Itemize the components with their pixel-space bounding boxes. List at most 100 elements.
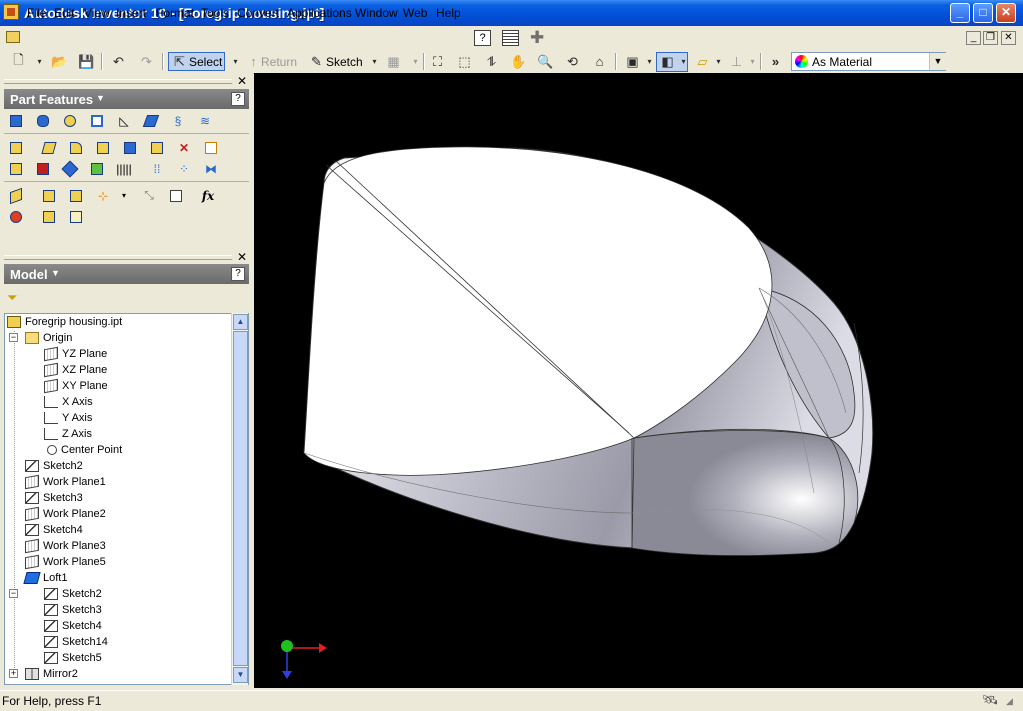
tree-node-loft1-sketch5[interactable]: Sketch5 — [44, 650, 102, 666]
doc-close-button[interactable]: ✕ — [1001, 31, 1016, 45]
minimize-button[interactable]: _ — [950, 3, 970, 23]
work-axis-icon[interactable] — [40, 187, 58, 204]
scroll-down-arrow-icon[interactable]: ▼ — [233, 667, 248, 683]
tree-node-loft1-sketch3[interactable]: Sketch3 — [44, 602, 102, 618]
fillet-icon[interactable] — [67, 139, 85, 156]
mirror-feature-icon[interactable]: ⧓ — [202, 160, 220, 177]
parameters-fx-icon[interactable]: fx — [199, 187, 217, 204]
document-icon[interactable] — [6, 31, 20, 43]
origin-collapse-toggle[interactable]: − — [9, 333, 18, 342]
menu-file[interactable]: File — [27, 6, 46, 20]
revolve-icon[interactable] — [34, 112, 52, 129]
tree-node-sketch2[interactable]: Sketch2 — [25, 458, 83, 474]
tree-node-x-axis[interactable]: X Axis — [44, 394, 93, 410]
menu-edit[interactable]: Edit — [54, 6, 75, 20]
tree-node-origin[interactable]: Origin — [25, 330, 72, 346]
part-features-close-icon[interactable]: ✕ — [237, 74, 247, 88]
tree-node-y-axis[interactable]: Y Axis — [44, 410, 92, 426]
ground-plane-icon[interactable]: ▱ — [694, 53, 711, 70]
hole-icon[interactable] — [61, 112, 79, 129]
return-button[interactable]: Return — [261, 55, 297, 69]
sketch-button[interactable]: Sketch — [326, 55, 363, 69]
add-icon[interactable]: ✚ — [530, 28, 544, 48]
model-help-icon[interactable]: ? — [231, 267, 245, 281]
inventor-app-icon[interactable] — [3, 4, 19, 20]
graphics-viewport[interactable] — [254, 73, 1023, 688]
insert-ifeature-icon[interactable] — [67, 208, 85, 225]
ifeature-icon[interactable] — [7, 208, 25, 225]
extrude-icon[interactable] — [7, 112, 25, 129]
sketch-dropdown-chevron-icon[interactable]: ▾ — [366, 53, 383, 70]
menu-tools[interactable]: Tools — [201, 6, 229, 20]
structure-icon[interactable]: ⊥ — [728, 53, 745, 70]
loft1-collapse-toggle[interactable]: − — [9, 589, 18, 598]
menu-format[interactable]: Format — [156, 6, 194, 20]
zoom-all-icon[interactable]: ⛶ — [429, 53, 446, 70]
scroll-thumb[interactable] — [233, 331, 248, 666]
tree-scrollbar[interactable]: ▲ ▼ — [231, 313, 248, 685]
tree-node-work-plane5[interactable]: Work Plane5 — [25, 554, 106, 570]
model-chevron-icon[interactable]: ▼ — [51, 268, 60, 278]
thicken-icon[interactable] — [34, 160, 52, 177]
chamfer-icon[interactable] — [94, 139, 112, 156]
scroll-up-arrow-icon[interactable]: ▲ — [233, 314, 248, 330]
rotate-icon[interactable]: ⟲ — [564, 53, 581, 70]
select-dropdown-chevron-icon[interactable]: ▾ — [227, 53, 244, 70]
structure-dropdown-chevron-icon[interactable]: ▾ — [744, 53, 761, 70]
thread-icon[interactable] — [7, 160, 25, 177]
work-plane-icon[interactable] — [7, 187, 25, 204]
tree-node-center-point[interactable]: Center Point — [47, 442, 122, 458]
promote-icon[interactable]: ⤡ — [140, 187, 158, 204]
circular-pattern-icon[interactable]: ⁘ — [175, 160, 193, 177]
tree-node-sketch4[interactable]: Sketch4 — [25, 522, 83, 538]
menu-window[interactable]: Window — [355, 6, 398, 20]
tree-node-mirror2[interactable]: Mirror2 — [25, 666, 78, 682]
tree-node-z-axis[interactable]: Z Axis — [44, 426, 92, 442]
decal-icon[interactable] — [61, 160, 79, 177]
update-dropdown-chevron-icon[interactable]: ▾ — [407, 53, 424, 70]
parameters-grid-icon[interactable] — [502, 30, 519, 46]
split-icon[interactable] — [148, 139, 166, 156]
maximize-button[interactable]: □ — [973, 3, 993, 23]
fixed-point-icon[interactable]: ⊹ — [94, 187, 112, 204]
mirror2-expand-toggle[interactable]: + — [9, 669, 18, 678]
menu-view[interactable]: View — [84, 6, 110, 20]
derived-component-icon[interactable] — [40, 139, 58, 156]
coil-icon[interactable]: ≋ — [196, 112, 214, 129]
work-feature-dropdown-chevron-icon[interactable]: ▾ — [115, 187, 133, 204]
rib-icon[interactable]: ◺ — [115, 112, 133, 129]
save-icon[interactable]: 💾 — [78, 53, 95, 70]
undo-icon[interactable]: ↶ — [110, 53, 127, 70]
part-features-chevron-icon[interactable]: ▼ — [96, 93, 105, 103]
tree-node-xz-plane[interactable]: XZ Plane — [44, 362, 107, 378]
menu-web[interactable]: Web — [403, 6, 427, 20]
tree-node-xy-plane[interactable]: XY Plane — [44, 378, 108, 394]
emboss-icon[interactable] — [7, 139, 25, 156]
update-icon[interactable]: ▦ — [385, 53, 402, 70]
shadows-icon[interactable]: » — [767, 53, 784, 70]
filter-icon[interactable]: ⏷ — [7, 290, 17, 306]
menu-convert[interactable]: Convert — [237, 6, 279, 20]
replace-face-icon[interactable] — [202, 139, 220, 156]
zoom-window-icon[interactable]: ⬚ — [456, 53, 473, 70]
redo-icon[interactable]: ↷ — [138, 53, 155, 70]
pan-icon[interactable]: ✋ — [510, 53, 527, 70]
knurl-icon[interactable]: ||||| — [115, 160, 133, 177]
menu-applications[interactable]: Applications — [287, 6, 352, 20]
tree-node-work-plane1[interactable]: Work Plane1 — [25, 474, 106, 490]
open-folder-icon[interactable]: 📂 — [51, 53, 68, 70]
zoom-selected-icon[interactable]: 🔍 — [537, 53, 554, 70]
tree-node-loft1-sketch4[interactable]: Sketch4 — [44, 618, 102, 634]
model-browser-tree[interactable]: − − + Foregrip housing.ipt Origin YZ Pla… — [4, 313, 249, 685]
shell-icon[interactable] — [88, 112, 106, 129]
tree-node-loft1-sketch2[interactable]: Sketch2 — [44, 586, 102, 602]
panel-grip[interactable] — [4, 79, 232, 84]
model-close-icon[interactable]: ✕ — [237, 250, 247, 264]
menu-help[interactable]: Help — [436, 6, 461, 20]
work-point-icon[interactable] — [67, 187, 85, 204]
resize-grip-icon[interactable]: ◢ — [1006, 696, 1013, 707]
loft-icon[interactable] — [142, 112, 160, 129]
face-draft-icon[interactable] — [121, 139, 139, 156]
zoom-icon[interactable]: ⥮ — [483, 53, 500, 70]
doc-restore-button[interactable]: ❐ — [983, 31, 998, 45]
